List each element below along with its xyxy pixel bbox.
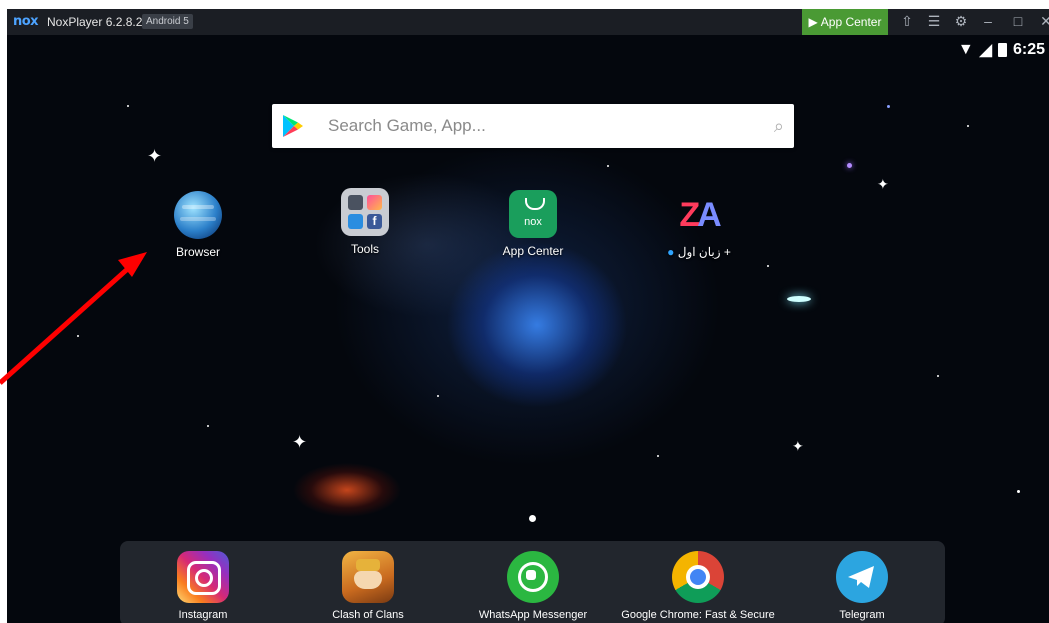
star-glint: ✦: [292, 432, 308, 452]
app-browser[interactable]: Browser: [143, 191, 253, 259]
za-logo-icon: ZA: [679, 196, 721, 234]
status-bar: ▼ ◢ 6:25: [958, 40, 1045, 60]
comet: [787, 296, 811, 302]
dock-app-instagram[interactable]: Instagram: [123, 551, 283, 621]
app-label: Telegram: [839, 609, 885, 621]
instagram-icon: [177, 551, 229, 603]
nox-logo: nox: [13, 14, 39, 29]
tools-folder-icon: f: [341, 188, 389, 236]
signal-icon: ◢: [979, 42, 992, 59]
android-version-badge: Android 5: [142, 14, 193, 29]
app-label: Google Chrome: Fast & Secure: [621, 609, 775, 621]
star-glint: ✦: [792, 438, 804, 454]
app-label: Clash of Clans: [332, 609, 404, 621]
app-label: ● زبان اول +: [667, 245, 731, 259]
star: [77, 335, 79, 337]
dock-app-chrome[interactable]: Google Chrome: Fast & Secure: [618, 551, 778, 621]
wifi-icon: ▼: [957, 41, 974, 58]
star: [657, 455, 659, 457]
menu-icon[interactable]: ☰: [925, 13, 943, 30]
star: [767, 265, 769, 267]
app-zaban-aval[interactable]: ZA ● زبان اول +: [644, 191, 754, 259]
search-bar[interactable]: ⌕: [272, 104, 794, 148]
telegram-icon: [836, 551, 888, 603]
clock: 6:25: [1012, 41, 1045, 58]
whatsapp-icon: [507, 551, 559, 603]
clash-of-clans-icon: [342, 551, 394, 603]
chrome-icon: [672, 551, 724, 603]
nox-bag-icon: nox: [509, 190, 557, 238]
app-label: WhatsApp Messenger: [478, 609, 588, 621]
app-label: Browser: [175, 245, 220, 259]
dock-app-whatsapp[interactable]: WhatsApp Messenger: [453, 551, 613, 621]
minimize-icon[interactable]: –: [979, 13, 997, 29]
app-center-label: App Center: [820, 15, 882, 29]
app-center-button[interactable]: ▶ App Center: [802, 9, 888, 35]
android-home-screen: ✦ ✦ ✦ ✦ ▼ ◢ 6:25 ⌕: [7, 35, 1049, 623]
star: [1017, 490, 1020, 493]
star-glint: ✦: [877, 176, 889, 192]
star: [847, 163, 852, 168]
star: [437, 395, 439, 397]
close-icon[interactable]: ✕: [1037, 13, 1049, 30]
battery-icon: [997, 43, 1007, 57]
star: [127, 105, 129, 107]
nox-window: nox NoxPlayer 6.2.8.2 Android 5 ▶ App Ce…: [7, 9, 1049, 623]
gear-icon[interactable]: ⚙: [952, 13, 970, 30]
app-app-center[interactable]: nox App Center: [478, 190, 588, 258]
title-bar: nox NoxPlayer 6.2.8.2 Android 5 ▶ App Ce…: [7, 9, 1049, 35]
shirt-icon[interactable]: ⇧: [898, 13, 916, 30]
page-indicator: [529, 515, 536, 522]
star: [607, 165, 609, 167]
app-tools[interactable]: f Tools: [310, 188, 420, 256]
star: [937, 375, 939, 377]
window-title: NoxPlayer 6.2.8.2: [47, 15, 143, 29]
maximize-icon[interactable]: □: [1009, 13, 1027, 29]
play-icon: ▶: [808, 15, 818, 29]
dock: Instagram Clash of Clans WhatsApp Messen…: [120, 541, 945, 623]
search-input[interactable]: [322, 104, 758, 148]
app-label: App Center: [502, 244, 564, 258]
app-label: Tools: [350, 242, 379, 256]
star-glint: ✦: [147, 146, 163, 166]
globe-icon: [174, 191, 222, 239]
star: [887, 105, 890, 108]
search-icon[interactable]: ⌕: [774, 116, 784, 137]
app-label: Instagram: [178, 609, 228, 621]
star: [207, 425, 209, 427]
star: [967, 125, 969, 127]
play-store-icon: [283, 115, 303, 137]
dock-app-clash-of-clans[interactable]: Clash of Clans: [288, 551, 448, 621]
dock-app-telegram[interactable]: Telegram: [782, 551, 942, 621]
